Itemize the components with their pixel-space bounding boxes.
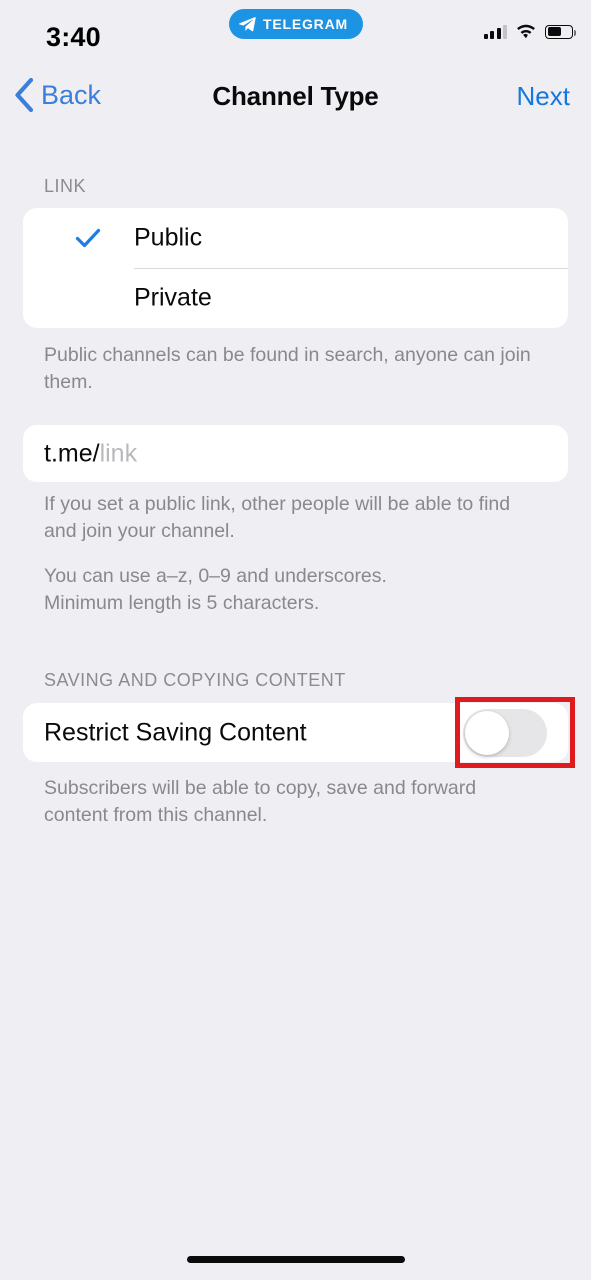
status-icons xyxy=(483,24,576,39)
status-bar: 3:40 TELEGRAM xyxy=(0,0,591,62)
public-link-input[interactable]: t.me/link xyxy=(23,425,568,482)
link-rules-line-2: Minimum length is 5 characters. xyxy=(44,592,320,614)
telegram-badge-label: TELEGRAM xyxy=(263,16,348,32)
checkmark-icon xyxy=(75,228,101,248)
option-label-public: Public xyxy=(134,223,203,252)
link-type-footnote: Public channels can be found in search, … xyxy=(44,344,531,393)
phone-screen: 3:40 TELEGRAM Back Channel Type Next LIN… xyxy=(0,0,591,1280)
public-link-footnote: If you set a public link, other people w… xyxy=(44,493,511,542)
paper-plane-icon xyxy=(239,16,256,31)
option-row-public[interactable]: Public xyxy=(23,208,568,268)
link-rules-line-1: You can use a–z, 0–9 and underscores. xyxy=(44,565,387,587)
saving-section-header: SAVING AND COPYING CONTENT xyxy=(44,670,346,690)
restrict-saving-row[interactable]: Restrict Saving Content xyxy=(23,703,568,762)
option-row-private[interactable]: Private xyxy=(23,268,568,328)
option-label-private: Private xyxy=(134,283,212,312)
restrict-saving-label: Restrict Saving Content xyxy=(44,718,307,746)
telegram-app-badge: TELEGRAM xyxy=(229,9,363,39)
link-prefix: t.me/ xyxy=(44,439,100,467)
toggle-knob xyxy=(465,710,509,755)
link-section-header: LINK xyxy=(44,176,87,196)
restrict-saving-toggle[interactable] xyxy=(463,708,547,757)
link-type-card: Public Private xyxy=(23,208,568,328)
saving-footnote: Subscribers will be able to copy, save a… xyxy=(44,777,477,826)
home-indicator xyxy=(186,1256,405,1263)
link-placeholder: link xyxy=(99,439,138,467)
navigation-bar: Back Channel Type Next xyxy=(0,62,591,138)
public-link-input-text: t.me/link xyxy=(44,439,137,468)
page-title: Channel Type xyxy=(212,81,379,111)
signal-bars-icon xyxy=(483,24,507,39)
next-button[interactable]: Next xyxy=(517,81,570,112)
status-time: 3:40 xyxy=(46,22,101,52)
battery-icon xyxy=(545,24,576,39)
wifi-icon xyxy=(517,24,535,39)
